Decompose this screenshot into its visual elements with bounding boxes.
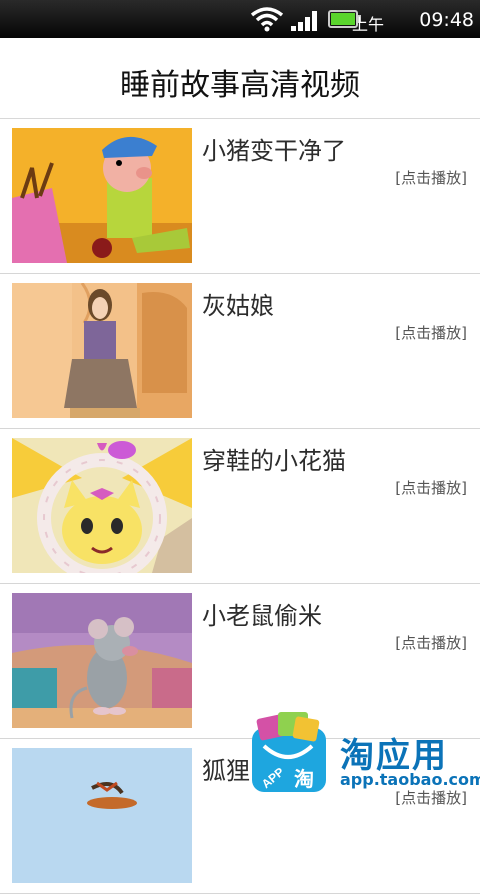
play-link[interactable]: [点击播放]	[395, 322, 467, 343]
item-title[interactable]: 灰姑娘	[202, 286, 274, 321]
thumbnail-mouse[interactable]	[12, 593, 192, 728]
list-item[interactable]: 灰姑娘 [点击播放]	[0, 274, 480, 429]
page-title: 睡前故事高清视频	[120, 68, 360, 103]
item-title[interactable]: 小猪变干净了	[202, 131, 346, 166]
thumbnail-pig[interactable]	[12, 128, 192, 263]
status-ampm: 上午	[351, 15, 384, 34]
thumbnail-cinderella[interactable]	[12, 283, 192, 418]
svg-text:淘: 淘	[294, 767, 314, 791]
item-title[interactable]: 穿鞋的小花猫	[202, 441, 346, 476]
shopping-bag-icon: APP 淘	[252, 712, 326, 792]
play-link[interactable]: [点击播放]	[395, 632, 467, 653]
signal-icon	[291, 11, 317, 31]
thumbnail-cat[interactable]	[12, 438, 192, 573]
list-item[interactable]: 穿鞋的小花猫 [点击播放]	[0, 429, 480, 584]
taobao-app-ad[interactable]: APP 淘 淘应用 app.taobao.com	[240, 700, 480, 800]
play-link[interactable]: [点击播放]	[395, 167, 467, 188]
wifi-icon	[250, 7, 284, 32]
item-title[interactable]: 小老鼠偷米	[202, 596, 322, 631]
status-time: 09:48	[419, 9, 474, 31]
list-item[interactable]: 小猪变干净了 [点击播放]	[0, 119, 480, 274]
ad-url[interactable]: app.taobao.com	[340, 770, 480, 789]
play-link[interactable]: [点击播放]	[395, 477, 467, 498]
status-bar: 上午 09:48	[0, 0, 480, 38]
thumbnail-fox[interactable]	[12, 748, 192, 883]
app-header: 睡前故事高清视频	[0, 38, 480, 119]
